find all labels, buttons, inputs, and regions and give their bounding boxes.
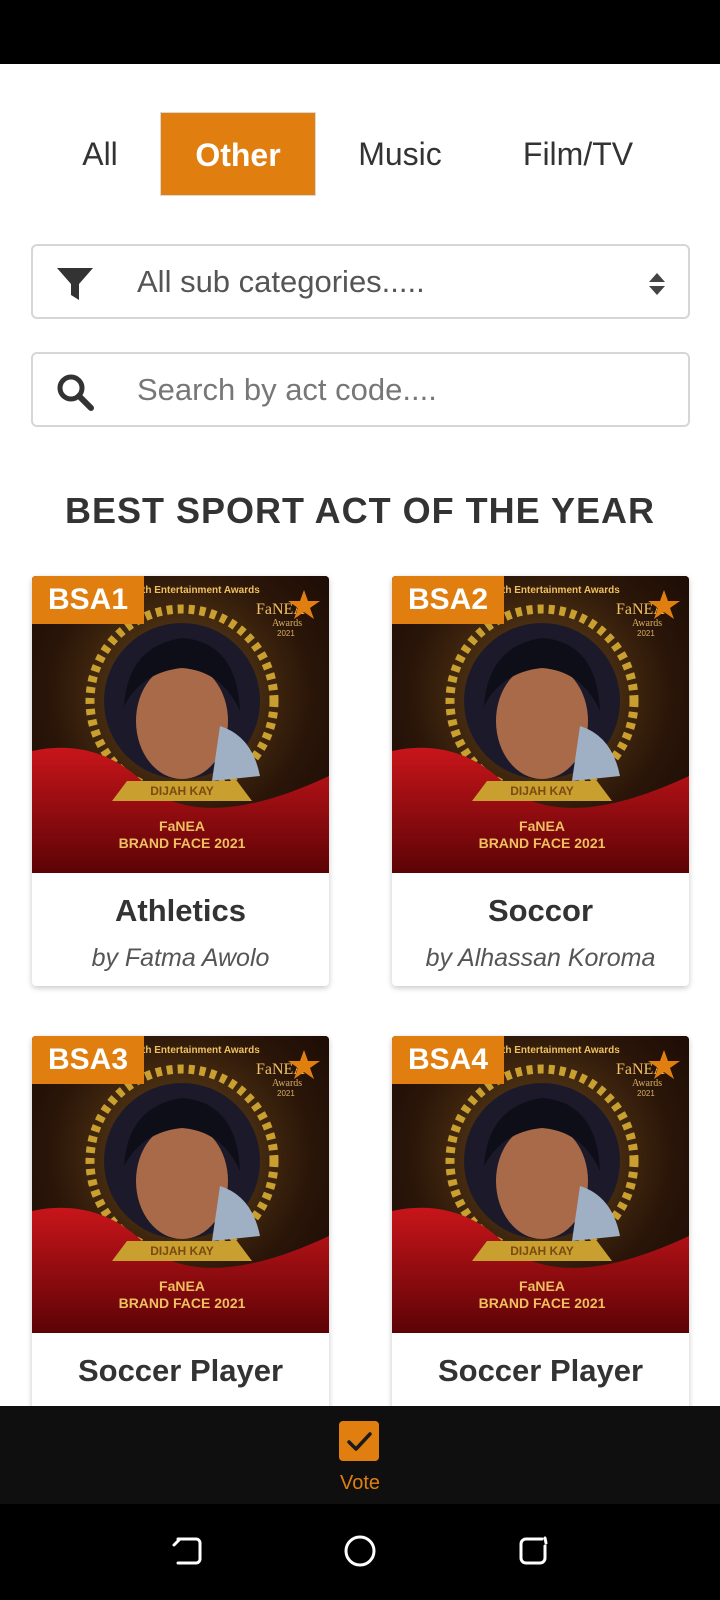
act-name: Soccor bbox=[487, 893, 594, 928]
tab-music[interactable]: Music bbox=[344, 112, 456, 196]
act-author: by Alhassan Koroma bbox=[425, 944, 656, 972]
tab-other[interactable]: Other bbox=[160, 112, 316, 196]
bottom-nav: Vote bbox=[0, 1406, 720, 1504]
act-code-badge: BSA2 bbox=[392, 576, 505, 624]
poster-brand-year: 2021 bbox=[637, 1089, 655, 1098]
poster-ribbon-text: DIJAH KAY bbox=[510, 1244, 574, 1258]
recent-apps-icon[interactable] bbox=[516, 1534, 550, 1568]
poster-brand-sub: Awards bbox=[632, 618, 662, 629]
act-card[interactable]: BSA1 DIJAH KAY FaNEA BRAND FACE 2021 th Ente… bbox=[32, 576, 329, 986]
poster-header-text: th Entertainment Awards bbox=[142, 1045, 260, 1056]
poster-brand-sub: Awards bbox=[272, 1078, 302, 1089]
search-icon bbox=[57, 374, 94, 411]
back-gesture-icon[interactable] bbox=[170, 1534, 204, 1568]
act-card[interactable]: BSA3 DIJAH KAY FaNEA BRAND FACE 2021 th Ente… bbox=[32, 1036, 329, 1446]
poster-ribbon-text: DIJAH KAY bbox=[510, 784, 574, 798]
act-poster: BSA1 DIJAH KAY FaNEA BRAND FACE 2021 th Ente… bbox=[32, 576, 329, 873]
poster-footer-line1: FaNEA bbox=[519, 818, 565, 834]
poster-footer-line2: BRAND FACE 2021 bbox=[479, 1295, 606, 1311]
tab-film-tv[interactable]: Film/TV bbox=[508, 112, 648, 196]
poster-footer-line1: FaNEA bbox=[519, 1278, 565, 1294]
act-card[interactable]: BSA2 DIJAH KAY FaNEA BRAND FACE 2021 th Ente… bbox=[392, 576, 689, 986]
act-code-badge: BSA1 bbox=[32, 576, 145, 624]
search-input[interactable] bbox=[137, 354, 657, 425]
poster-brand-sub: Awards bbox=[272, 618, 302, 629]
poster-footer-line2: BRAND FACE 2021 bbox=[119, 835, 246, 851]
vote-label[interactable]: Vote bbox=[0, 1472, 720, 1495]
poster-brand-year: 2021 bbox=[277, 1089, 295, 1098]
act-card[interactable]: BSA4 DIJAH KAY FaNEA BRAND FACE 2021 th Ente… bbox=[392, 1036, 689, 1446]
status-bar bbox=[0, 0, 720, 64]
act-name: Soccer Player bbox=[437, 1353, 644, 1388]
act-poster: BSA3 DIJAH KAY FaNEA BRAND FACE 2021 th Ente… bbox=[32, 1036, 329, 1333]
poster-ribbon-text: DIJAH KAY bbox=[150, 784, 214, 798]
filter-icon bbox=[57, 268, 93, 300]
act-poster: BSA4 DIJAH KAY FaNEA BRAND FACE 2021 th Ente… bbox=[392, 1036, 689, 1333]
home-icon[interactable] bbox=[343, 1534, 377, 1568]
poster-brand-sub: Awards bbox=[632, 1078, 662, 1089]
act-code-badge: BSA4 bbox=[392, 1036, 505, 1084]
poster-footer-line1: FaNEA bbox=[159, 818, 205, 834]
poster-brand-year: 2021 bbox=[637, 629, 655, 638]
section-title: BEST SPORT ACT OF THE YEAR bbox=[64, 490, 656, 531]
act-name: Soccer Player bbox=[77, 1353, 284, 1388]
poster-footer-line1: FaNEA bbox=[159, 1278, 205, 1294]
subcategory-selected-value: All sub categories..... bbox=[137, 264, 425, 299]
act-name: Athletics bbox=[115, 893, 246, 928]
category-tabs: All Other Music Film/TV bbox=[0, 112, 720, 196]
system-nav-bar bbox=[0, 1504, 720, 1600]
act-code-badge: BSA3 bbox=[32, 1036, 145, 1084]
poster-ribbon-text: DIJAH KAY bbox=[150, 1244, 214, 1258]
sort-arrows-icon bbox=[649, 273, 665, 295]
act-poster: BSA2 DIJAH KAY FaNEA BRAND FACE 2021 th Ente… bbox=[392, 576, 689, 873]
poster-header-text: th Entertainment Awards bbox=[142, 585, 260, 596]
vote-button[interactable] bbox=[339, 1421, 379, 1461]
checkbox-check-icon bbox=[347, 1432, 372, 1451]
poster-footer-line2: BRAND FACE 2021 bbox=[479, 835, 606, 851]
poster-header-text: th Entertainment Awards bbox=[502, 585, 620, 596]
poster-brand-year: 2021 bbox=[277, 629, 295, 638]
act-code-search bbox=[31, 352, 690, 427]
poster-header-text: th Entertainment Awards bbox=[502, 1045, 620, 1056]
poster-footer-line2: BRAND FACE 2021 bbox=[119, 1295, 246, 1311]
subcategory-select[interactable]: All sub categories..... bbox=[31, 244, 690, 319]
act-author: by Fatma Awolo bbox=[91, 944, 270, 972]
tab-all[interactable]: All bbox=[64, 112, 136, 196]
